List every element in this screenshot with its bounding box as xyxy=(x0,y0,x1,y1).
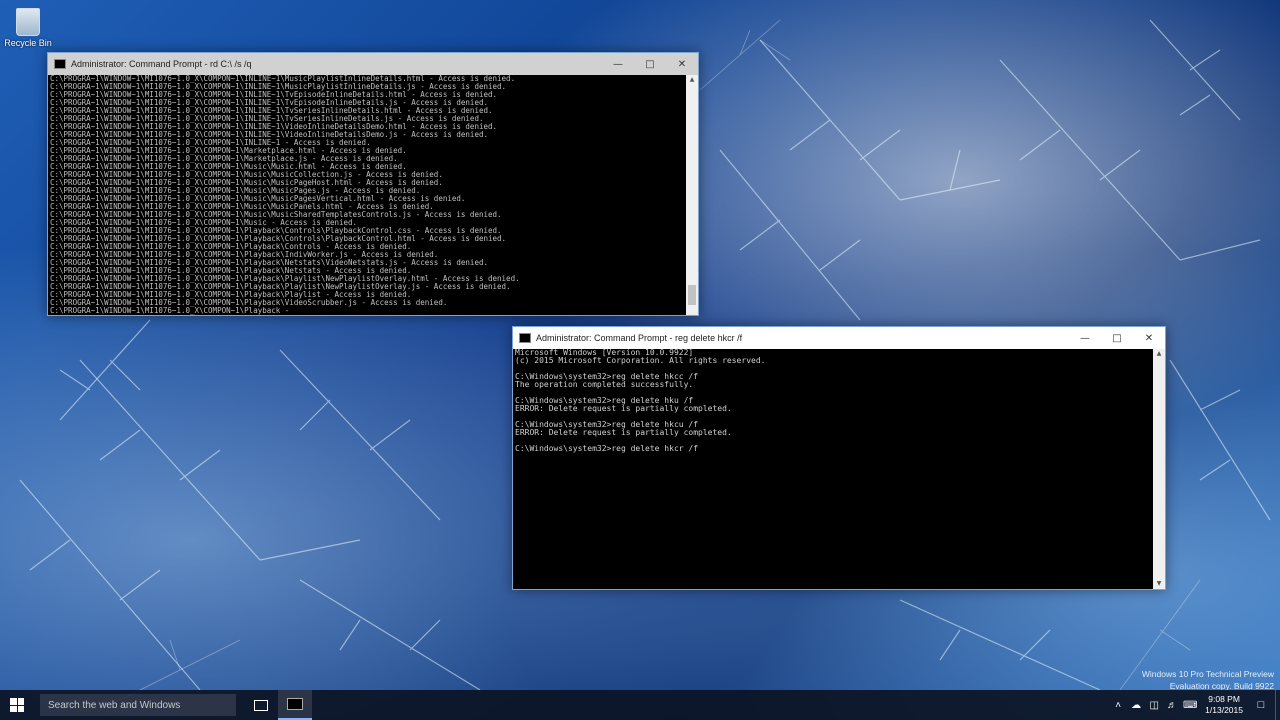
minimize-button[interactable]: — xyxy=(602,53,634,75)
vertical-scrollbar[interactable]: ▲ ▼ xyxy=(1153,349,1165,589)
recycle-bin-label: Recycle Bin xyxy=(4,38,52,48)
vertical-scrollbar[interactable]: ▲ xyxy=(686,75,698,315)
console-output[interactable]: Microsoft Windows [Version 10.0.9922] (c)… xyxy=(513,349,1153,589)
maximize-button[interactable]: □ xyxy=(634,53,666,75)
console-line: C:\Windows\system32>reg delete hkcr /f xyxy=(515,444,699,453)
taskbar-clock[interactable]: 9:08 PM 1/13/2015 xyxy=(1205,694,1243,716)
system-tray: ˄ ☁ ◫ ♬ ⌨ 9:08 PM 1/13/2015 □ xyxy=(1109,690,1280,720)
window-controls: — □ ✕ xyxy=(1069,327,1165,349)
taskbar: Search the web and Windows ˄ ☁ ◫ ♬ ⌨ 9:0… xyxy=(0,690,1280,720)
maximize-button[interactable]: □ xyxy=(1101,327,1133,349)
show-desktop-button[interactable] xyxy=(1275,690,1280,720)
start-button[interactable] xyxy=(0,690,34,720)
scroll-up-icon[interactable]: ▲ xyxy=(1153,349,1165,359)
taskbar-app-command-prompt[interactable] xyxy=(278,690,312,720)
chevron-up-icon[interactable]: ˄ xyxy=(1109,700,1127,711)
scroll-down-icon[interactable]: ▼ xyxy=(1153,579,1165,589)
console-output[interactable]: C:\PROGRA~1\WINDOW~1\MI1076~1.0_X\COMPON… xyxy=(48,75,686,315)
cmd-icon xyxy=(54,59,66,69)
search-placeholder: Search the web and Windows xyxy=(48,699,181,711)
command-prompt-window-reg[interactable]: Administrator: Command Prompt - reg dele… xyxy=(512,326,1166,590)
keyboard-icon[interactable]: ⌨ xyxy=(1181,700,1199,711)
minimize-button[interactable]: — xyxy=(1069,327,1101,349)
task-view-icon xyxy=(254,699,268,711)
close-button[interactable]: ✕ xyxy=(666,53,698,75)
console-line: The operation completed successfully. xyxy=(515,380,694,389)
scroll-up-icon[interactable]: ▲ xyxy=(686,75,698,85)
window-title: Administrator: Command Prompt - reg dele… xyxy=(536,333,743,343)
console-line: ERROR: Delete request is partially compl… xyxy=(515,404,732,413)
watermark-line-1: Windows 10 Pro Technical Preview xyxy=(1141,669,1274,679)
command-prompt-window-rd[interactable]: Administrator: Command Prompt - rd C:\ /… xyxy=(47,52,699,316)
console-line: ERROR: Delete request is partially compl… xyxy=(515,428,732,437)
console-line: C:\PROGRA~1\WINDOW~1\MI1076~1.0_X\COMPON… xyxy=(50,306,290,315)
recycle-bin-desktop-icon[interactable]: Recycle Bin xyxy=(2,0,54,52)
scrollbar-thumb[interactable] xyxy=(688,285,696,305)
clock-date: 1/13/2015 xyxy=(1205,705,1243,715)
action-center-icon[interactable]: ☁ xyxy=(1127,700,1145,711)
window-titlebar[interactable]: Administrator: Command Prompt - reg dele… xyxy=(513,327,1165,349)
cmd-icon xyxy=(519,333,531,343)
command-prompt-icon xyxy=(287,698,303,710)
window-controls: — □ ✕ xyxy=(602,53,698,75)
task-view-button[interactable] xyxy=(244,690,278,720)
taskbar-search-box[interactable]: Search the web and Windows xyxy=(40,694,236,716)
network-icon[interactable]: ◫ xyxy=(1145,700,1163,711)
volume-icon[interactable]: ♬ xyxy=(1163,700,1181,711)
recycle-bin-icon xyxy=(16,8,40,36)
clock-time: 9:08 PM xyxy=(1208,694,1240,704)
window-title: Administrator: Command Prompt - rd C:\ /… xyxy=(71,59,252,69)
windows-logo-icon xyxy=(10,698,24,712)
close-button[interactable]: ✕ xyxy=(1133,327,1165,349)
console-line: (c) 2015 Microsoft Corporation. All righ… xyxy=(515,356,766,365)
window-titlebar[interactable]: Administrator: Command Prompt - rd C:\ /… xyxy=(48,53,698,75)
notifications-icon[interactable]: □ xyxy=(1251,699,1271,711)
evaluation-watermark: Windows 10 Pro Technical Preview Evaluat… xyxy=(1142,668,1274,692)
